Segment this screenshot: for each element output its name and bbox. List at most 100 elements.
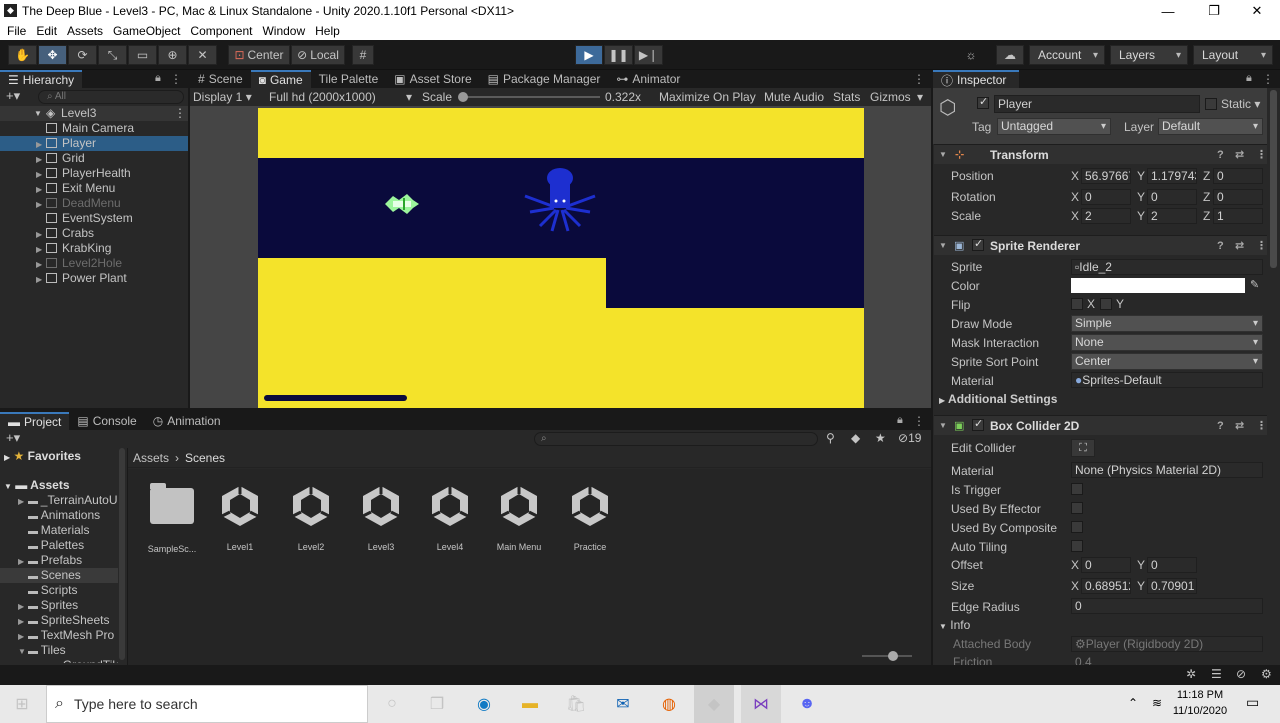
scale-z-field[interactable]: 1 [1213,208,1263,224]
box-collider-header[interactable]: ▼ ▣ Box Collider 2D ? ⇄ ⋮ [934,415,1267,435]
menu-file[interactable]: File [7,24,26,38]
tab-scene[interactable]: # Scene [190,70,251,88]
tab-project[interactable]: ▬ Project [0,412,70,430]
rotation-z-field[interactable]: 0 [1213,189,1263,205]
hierarchy-item-level2hole[interactable]: ▶ Level2Hole [0,256,188,271]
menu-edit[interactable]: Edit [36,24,57,38]
auto-generate-lighting-icon[interactable]: ✲ [1186,667,1196,681]
mute-audio-toggle[interactable]: Mute Audio [764,88,824,106]
hierarchy-item-power-plant[interactable]: ▶ Power Plant [0,271,188,286]
wifi-icon[interactable]: ≋ [1152,696,1162,710]
unity-taskbar-icon[interactable]: ◆ [694,685,734,723]
create-button[interactable]: +▾ [6,430,20,446]
display-dropdown[interactable]: Display 1 ▾ [193,88,252,106]
auto-tiling-checkbox[interactable] [1071,540,1083,552]
firefox-icon[interactable]: ◍ [649,685,689,723]
position-z-field[interactable]: 0 [1213,168,1263,184]
presets-icon[interactable]: ⇄ [1235,239,1244,252]
hidden-packages-icon[interactable]: ⊘19 [898,431,921,445]
progress-icon[interactable]: ⊘ [1236,667,1246,681]
pivot-local-toggle[interactable]: ⊘ Local [291,45,345,65]
static-dropdown[interactable]: Static ▾ [1221,97,1260,111]
custom-tool-button[interactable]: ✕ [188,45,217,65]
more-menu-icon[interactable]: ⋮ [170,72,182,86]
game-viewport[interactable] [258,108,864,408]
asset-scene-level3[interactable]: Level3 [351,484,411,552]
eyedropper-icon[interactable]: ✎ [1250,278,1259,291]
layer-dropdown[interactable]: Default [1158,118,1263,135]
expand-arrow-icon[interactable]: ▶ [36,137,46,152]
favorite-star-icon[interactable]: ★ [875,431,886,445]
lock-icon[interactable]: 🔒︎ [897,414,903,427]
expand-arrow-icon[interactable]: ▶ [40,659,50,663]
discord-icon[interactable]: ☻ [787,685,827,723]
menu-assets[interactable]: Assets [67,24,103,38]
more-menu-icon[interactable]: ⋮ [913,72,925,86]
flip-y-checkbox[interactable] [1100,298,1112,310]
help-icon[interactable]: ? [1217,149,1224,161]
expand-arrow-icon[interactable]: ▶ [18,494,28,509]
windows-start-icon[interactable]: ⊞ [2,685,42,723]
hierarchy-item-playerhealth[interactable]: ▶ PlayerHealth [0,166,188,181]
hierarchy-item-krabking[interactable]: ▶ KrabKing [0,241,188,256]
asset-scene-level1[interactable]: Level1 [210,484,270,552]
edge-browser-icon[interactable]: ◉ [464,685,504,723]
additional-settings-foldout[interactable]: ▶ Additional Settings [939,392,1057,406]
account-dropdown[interactable]: Account [1029,45,1105,65]
task-view-icon[interactable]: ❒ [417,685,457,723]
component-menu-icon[interactable]: ⋮ [1256,239,1267,252]
menu-help[interactable]: Help [315,24,340,38]
menu-component[interactable]: Component [190,24,252,38]
flip-x-checkbox[interactable] [1071,298,1083,310]
scene-more-icon[interactable]: ⋮ [174,106,186,121]
expand-arrow-icon[interactable]: ▶ [18,554,28,569]
position-x-field[interactable]: 56.97667 [1081,168,1131,184]
tab-tile-palette[interactable]: Tile Palette [311,70,387,88]
play-button[interactable]: ▶ [575,45,603,65]
expand-arrow-icon[interactable]: ▶ [18,629,28,644]
offset-x-field[interactable]: 0 [1081,557,1131,573]
taskbar-search-input[interactable]: ⌕ Type here to search [46,685,368,723]
close-button[interactable]: ✕ [1234,0,1280,22]
more-menu-icon[interactable]: ⋮ [1262,72,1274,86]
foldout-arrow-icon[interactable]: ▼ [939,421,947,430]
lock-icon[interactable]: 🔒︎ [155,72,161,85]
inspector-scrollbar[interactable] [1270,90,1277,268]
asset-scene-practice[interactable]: Practice [560,484,620,552]
project-search-input[interactable]: ⌕ [534,432,818,446]
collab-icon[interactable]: ☼ [958,45,984,65]
tab-animator[interactable]: ⊶ Animator [608,70,688,88]
used-by-effector-checkbox[interactable] [1071,502,1083,514]
grid-snap-button[interactable]: # [352,45,374,65]
box-collider-enabled-checkbox[interactable] [972,417,984,431]
lock-icon[interactable]: 🔒︎ [1246,72,1252,85]
active-checkbox[interactable] [977,95,989,109]
layers-dropdown[interactable]: Layers [1110,45,1188,65]
project-folder-groundtile[interactable]: ▶▬ GroundTile [0,658,118,663]
mail-icon[interactable]: ✉ [603,685,643,723]
breadcrumb-scenes[interactable]: Scenes [185,448,225,468]
file-explorer-icon[interactable]: ▬ [510,685,550,723]
expand-arrow-icon[interactable]: ▶ [36,227,46,242]
expand-arrow-icon[interactable]: ▼ [18,644,28,659]
scale-tool-button[interactable]: ⤡ [98,45,127,65]
project-folder-scripts[interactable]: ▬ Scripts [0,583,118,598]
pause-button[interactable]: ❚❚ [604,45,633,65]
taskbar-clock[interactable]: 11:18 PM 11/10/2020 [1170,687,1230,719]
tab-hierarchy[interactable]: ☰ Hierarchy [0,70,83,88]
filter-label-icon[interactable]: ◆ [851,431,860,445]
gizmos-toggle[interactable]: Gizmos [870,88,911,106]
project-folder-scenes[interactable]: ▬ Scenes [0,568,118,583]
project-folder-materials[interactable]: ▬ Materials [0,523,118,538]
sprite-renderer-header[interactable]: ▼ ▣ Sprite Renderer ? ⇄ ⋮ [934,235,1267,255]
project-folder-spritesheets[interactable]: ▶ ▬ SpriteSheets [0,613,118,628]
is-trigger-checkbox[interactable] [1071,483,1083,495]
static-checkbox[interactable] [1205,98,1217,110]
pivot-center-toggle[interactable]: ⊡ Center [228,45,290,65]
debug-icon[interactable]: ⚙ [1261,667,1272,681]
expand-arrow-icon[interactable]: ▶ [36,242,46,257]
cache-server-icon[interactable]: ☰ [1211,667,1222,681]
cloud-icon[interactable]: ☁ [996,45,1024,65]
assets-root-row[interactable]: ▼ ▬ Assets [4,478,70,492]
edge-radius-field[interactable]: 0 [1071,598,1263,614]
